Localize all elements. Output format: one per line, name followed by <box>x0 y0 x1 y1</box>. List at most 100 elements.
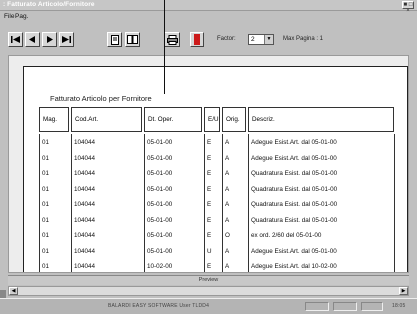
exit-door-icon <box>194 34 200 45</box>
preview-label: Preview <box>198 277 219 283</box>
cell-eu: E <box>207 232 212 239</box>
column-divider <box>71 134 72 272</box>
footer-text: BALARDI EASY SOFTWARE User TLDD4 <box>108 303 210 309</box>
cell-codart: 104044 <box>74 154 96 162</box>
column-header-eu: E/U <box>204 107 220 132</box>
next-page-button[interactable] <box>42 32 57 47</box>
preview-viewport[interactable]: Fatturato Articolo per Fornitore Mag. Co… <box>8 55 409 273</box>
cell-dtoper: 10-02-00 <box>147 263 173 270</box>
cell-descriz: Quadratura Esist. dal 05-01-00 <box>251 201 338 208</box>
cell-mag: 01 <box>42 216 50 224</box>
chevron-down-icon[interactable]: ▼ <box>264 35 273 44</box>
scroll-left-icon[interactable]: ◀ <box>9 287 18 295</box>
cell-mag: 01 <box>42 170 50 177</box>
column-header-mag: Mag. <box>39 107 69 132</box>
next-page-icon <box>47 36 53 43</box>
last-page-icon <box>62 36 71 43</box>
cell-mag: 01 <box>42 263 50 270</box>
window-title: : Fatturato Articolo/Fornitore <box>3 1 95 8</box>
cell-codart: 104044 <box>74 247 96 255</box>
column-divider <box>394 134 395 272</box>
printer-icon <box>166 34 178 45</box>
cell-eu: E <box>207 201 212 208</box>
column-header-dtoper: Dt. Oper. <box>144 107 202 132</box>
status-pane <box>333 302 357 311</box>
cell-descriz: Adegue Esist.Art. dal 05-01-00 <box>251 139 337 146</box>
cell-eu: U <box>207 247 212 255</box>
pointer-line <box>164 0 165 94</box>
menu-page[interactable]: Pag. <box>15 13 28 20</box>
cell-mag: 01 <box>42 139 50 146</box>
app-status-bar: BALARDI EASY SOFTWARE User TLDD4 18:05 <box>0 298 417 314</box>
cell-dtoper: 05-01-00 <box>147 170 173 177</box>
cell-orig: A <box>225 154 230 162</box>
status-pane <box>361 302 383 311</box>
cell-codart: 104044 <box>74 232 96 239</box>
menu-file[interactable]: File <box>4 13 14 20</box>
column-divider <box>222 134 223 272</box>
cell-dtoper: 05-01-00 <box>147 232 173 239</box>
cell-dtoper: 05-01-00 <box>147 154 173 162</box>
single-page-button[interactable] <box>107 32 122 47</box>
cell-dtoper: 05-01-00 <box>147 247 173 255</box>
cell-dtoper: 05-01-00 <box>147 139 173 146</box>
cell-descriz: Adegue Esist.Art. dal 10-02-00 <box>251 263 337 270</box>
first-page-icon <box>11 36 20 43</box>
cell-descriz: Adegue Esist.Art. dal 05-01-00 <box>251 247 337 255</box>
clock: 18:05 <box>392 303 406 309</box>
prev-page-button[interactable] <box>25 32 40 47</box>
column-header-orig: Orig. <box>222 107 246 132</box>
cell-eu: E <box>207 216 212 224</box>
cell-eu: E <box>207 263 212 270</box>
report-title: Fatturato Articolo per Fornitore <box>50 94 152 103</box>
last-page-button[interactable] <box>59 32 74 47</box>
factor-select[interactable]: 2 ▼ <box>248 34 274 45</box>
max-page-label: Max Pagina : 1 <box>283 36 324 42</box>
cell-orig: O <box>225 232 230 239</box>
factor-value: 2 <box>251 36 255 43</box>
cell-orig: A <box>225 185 230 193</box>
cell-codart: 104044 <box>74 201 96 208</box>
window-controls[interactable]: ■ □ × <box>402 1 414 14</box>
cell-orig: A <box>225 247 230 255</box>
status-pane <box>305 302 329 311</box>
cell-dtoper: 05-01-00 <box>147 201 173 208</box>
first-page-button[interactable] <box>8 32 23 47</box>
preview-status: Preview <box>8 275 409 285</box>
cell-eu: E <box>207 139 212 146</box>
cell-eu: E <box>207 154 212 162</box>
cell-mag: 01 <box>42 201 50 208</box>
report-page: Fatturato Articolo per Fornitore Mag. Co… <box>23 66 408 272</box>
horizontal-scrollbar[interactable]: ◀ ▶ <box>8 286 409 296</box>
cell-dtoper: 05-01-00 <box>147 216 173 224</box>
toolbar: Factor: 2 ▼ Max Pagina : 1 <box>0 26 417 54</box>
cell-descriz: Quadratura Esist. dal 05-01-00 <box>251 185 338 193</box>
cell-orig: A <box>225 263 230 270</box>
single-page-icon <box>110 34 119 45</box>
print-button[interactable] <box>164 32 180 47</box>
cell-codart: 104044 <box>74 216 96 224</box>
two-pages-icon <box>127 35 138 44</box>
factor-label: Factor: <box>217 36 236 42</box>
cell-descriz: ex ord. 2/60 del 05-01-00 <box>251 232 322 239</box>
cell-codart: 104044 <box>74 263 96 270</box>
column-header-codart: Cod.Art. <box>71 107 142 132</box>
column-divider <box>144 134 145 272</box>
cell-descriz: Adegue Esist.Art. dal 05-01-00 <box>251 154 337 162</box>
cell-descriz: Quadratura Esist. dal 05-01-00 <box>251 170 338 177</box>
cell-mag: 01 <box>42 185 50 193</box>
window-titlebar: : Fatturato Articolo/Fornitore ■ □ × <box>0 0 417 14</box>
column-header-descriz: Descriz. <box>248 107 394 132</box>
cell-mag: 01 <box>42 232 50 239</box>
cell-orig: A <box>225 201 230 208</box>
close-preview-button[interactable] <box>190 32 204 47</box>
cell-mag: 01 <box>42 247 50 255</box>
cell-codart: 104044 <box>74 139 96 146</box>
cell-orig: A <box>225 216 230 224</box>
column-divider <box>248 134 249 272</box>
two-pages-button[interactable] <box>125 32 140 47</box>
cell-orig: A <box>225 170 230 177</box>
prev-page-icon <box>29 36 35 43</box>
cell-eu: E <box>207 185 212 193</box>
scroll-right-icon[interactable]: ▶ <box>399 287 408 295</box>
